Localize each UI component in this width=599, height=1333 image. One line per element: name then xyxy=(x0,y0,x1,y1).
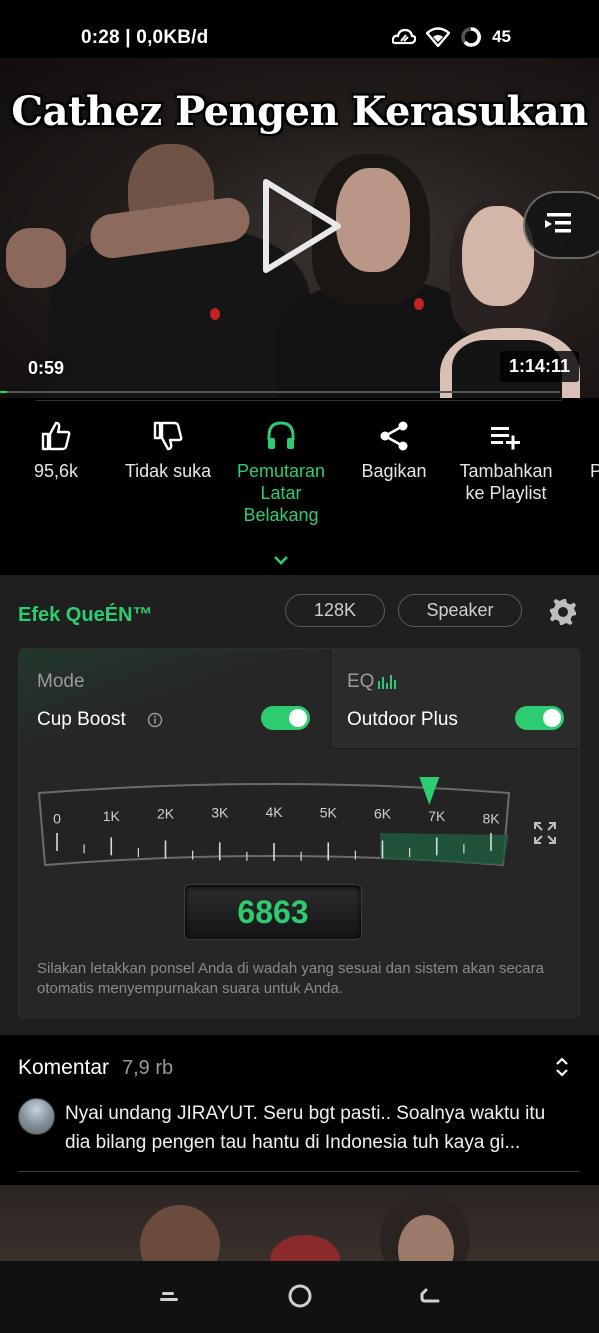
divider xyxy=(18,1171,580,1172)
next-video-thumbnail[interactable] xyxy=(0,1185,599,1261)
queue-button[interactable] xyxy=(523,191,599,259)
status-icons: 45 xyxy=(392,24,511,50)
share-label: Bagikan xyxy=(361,461,427,481)
home-icon[interactable] xyxy=(287,1283,313,1309)
avatar xyxy=(18,1098,55,1135)
chevron-down-icon[interactable] xyxy=(272,554,290,566)
recents-icon[interactable] xyxy=(158,1283,182,1309)
headphones-icon xyxy=(267,421,295,449)
share-icon xyxy=(380,421,408,451)
wifi-icon xyxy=(426,27,451,47)
dial-tick-label: 2K xyxy=(157,806,175,822)
bitrate-button[interactable]: 128K xyxy=(285,594,385,627)
thumbs-up-icon xyxy=(41,421,71,451)
effects-title: Efek QueÉN™ xyxy=(18,604,153,626)
dial-tick-label: 5K xyxy=(320,804,338,820)
dial-tick-label: 0 xyxy=(53,811,61,827)
mode-toggle[interactable] xyxy=(261,706,310,730)
more-action-button[interactable]: P xyxy=(562,420,599,482)
eq-section: EQ Outdoor Plus xyxy=(330,649,579,749)
playlist-add-icon xyxy=(491,427,520,450)
video-player[interactable]: Cathez Pengen Kerasukan 0:59 1:14:11 xyxy=(0,58,599,398)
add-to-playlist-button[interactable]: Tambahkan ke Playlist xyxy=(450,420,562,504)
output-device-button[interactable]: Speaker xyxy=(398,594,522,627)
eq-toggle[interactable] xyxy=(515,706,564,730)
mode-label: Mode xyxy=(37,671,85,692)
top-comment: Nyai undang JIRAYUT. Seru bgt pasti.. So… xyxy=(65,1103,546,1153)
blank-icon xyxy=(590,420,599,452)
seek-bar-progress xyxy=(0,391,8,393)
video-frame-detail xyxy=(270,1235,340,1261)
battery-ring-icon xyxy=(461,27,481,47)
play-icon[interactable] xyxy=(258,176,348,276)
effects-hint: Silakan letakkan ponsel Anda di wadah ya… xyxy=(37,960,544,997)
dial-tick-label: 4K xyxy=(265,804,283,820)
dial-tick-label: 1K xyxy=(103,808,121,824)
playlist-icon xyxy=(545,213,571,233)
rose-emblem xyxy=(414,298,424,310)
sound-effects-card: Mode Cup Boost EQ Outdoor Plus 0 1K 2K 3… xyxy=(18,648,580,1018)
gear-icon[interactable] xyxy=(548,597,578,627)
rose-emblem xyxy=(210,308,220,320)
equalizer-bars-icon xyxy=(378,675,396,689)
dislike-label: Tidak suka xyxy=(124,461,212,481)
eq-label: EQ xyxy=(347,671,375,692)
dial-tick-label: 8K xyxy=(482,811,500,827)
battery-level: 45 xyxy=(492,27,511,46)
frequency-readout: 6863 xyxy=(184,884,362,940)
eq-value[interactable]: Outdoor Plus xyxy=(347,709,458,731)
comments-count: 7,9 rb xyxy=(122,1057,174,1079)
more-action-label: P xyxy=(590,461,599,481)
divider xyxy=(36,400,562,401)
share-button[interactable]: Bagikan xyxy=(338,420,450,482)
status-time-network: 0:28 | 0,0KB/d xyxy=(81,27,209,48)
frequency-dial[interactable]: 0 1K 2K 3K 4K 5K 6K 7K 8K xyxy=(37,777,511,869)
comments-title: Komentar xyxy=(18,1056,110,1079)
info-icon[interactable] xyxy=(147,712,163,728)
mode-section: Mode Cup Boost xyxy=(19,649,329,749)
audio-effects-panel: Efek QueÉN™ 128K Speaker Mode Cup Boost … xyxy=(0,575,599,1035)
status-bar: 0:28 | 0,0KB/d 45 xyxy=(0,0,599,58)
background-play-label: Pemutaran Latar Belakang xyxy=(236,461,326,525)
background-play-button[interactable]: Pemutaran Latar Belakang xyxy=(225,420,337,526)
video-duration: 1:14:11 xyxy=(499,351,579,382)
video-frame-face xyxy=(140,1205,220,1261)
dial-tick-label: 3K xyxy=(211,804,229,820)
dislike-button[interactable]: Tidak suka xyxy=(112,420,224,482)
mode-value[interactable]: Cup Boost xyxy=(37,709,126,731)
like-button[interactable]: 95,6k xyxy=(0,420,112,482)
dial-tick-label: 6K xyxy=(374,806,392,822)
expand-collapse-icon[interactable] xyxy=(554,1056,570,1078)
video-frame-hand xyxy=(6,228,66,288)
video-title-overlay: Cathez Pengen Kerasukan xyxy=(11,88,588,135)
add-to-playlist-label: Tambahkan ke Playlist xyxy=(459,461,553,503)
like-count: 95,6k xyxy=(33,461,79,481)
current-time: 0:59 xyxy=(28,358,65,378)
system-nav-bar xyxy=(0,1261,599,1333)
thumbs-down-icon xyxy=(153,421,183,451)
comments-section[interactable]: Komentar 7,9 rb Nyai undang JIRAYUT. Ser… xyxy=(0,1035,599,1185)
cloud-data-icon xyxy=(392,28,417,45)
seek-bar[interactable] xyxy=(0,391,560,393)
dial-tick-label: 7K xyxy=(428,808,446,824)
expand-icon[interactable] xyxy=(533,821,557,845)
back-icon[interactable] xyxy=(418,1283,442,1309)
video-actions: 95,6k Tidak suka Pemutaran Latar Belakan… xyxy=(0,420,599,530)
